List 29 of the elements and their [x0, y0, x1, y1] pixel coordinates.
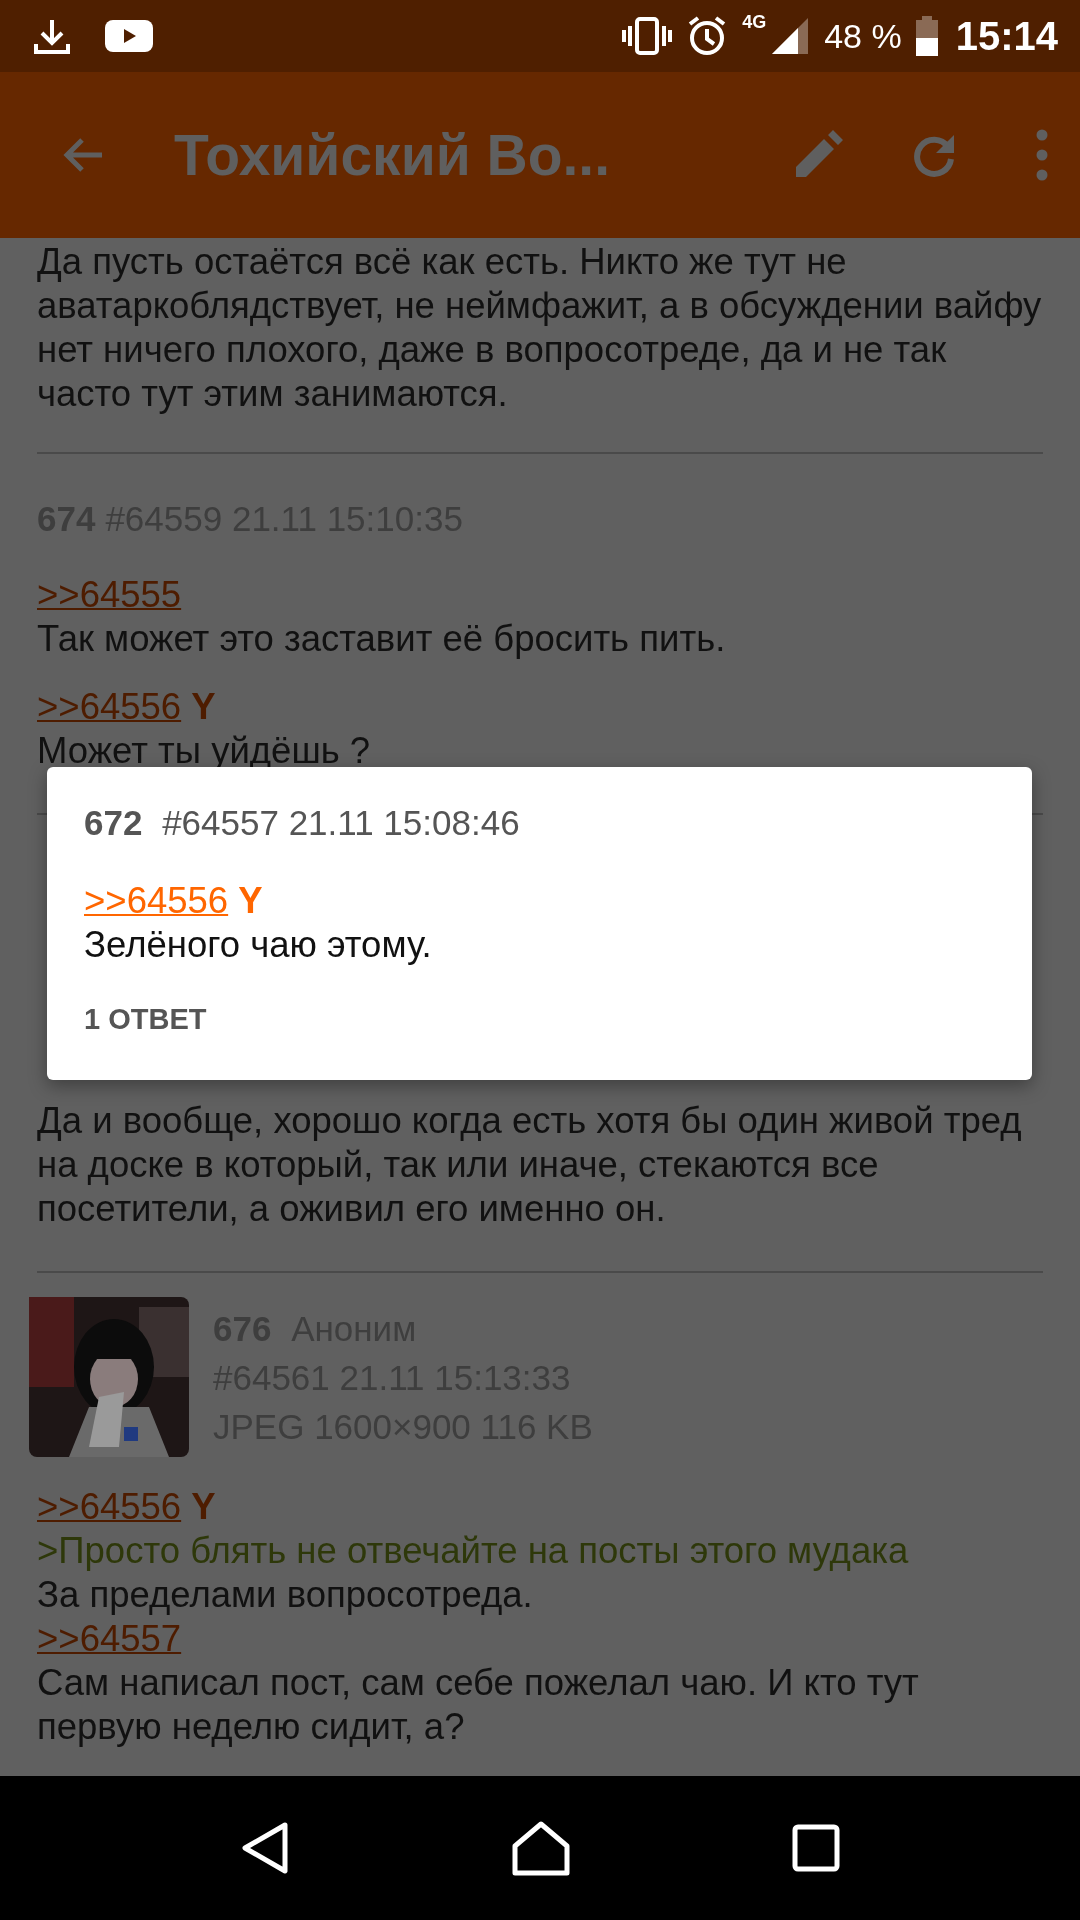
post-text: Да пусть остаётся всё как есть. Никто же тут не аватаркоблядствует, не неймфажит, а в обсуждении вайфу нет ничего плохого, даже в вопросотреде, да и не так часто тут этим занимаются.	[37, 240, 1043, 416]
reply-link[interactable]: >>64556	[37, 686, 182, 727]
post-text: Сам написал пост, сам себе пожелал чаю. И кто тут первую неделю сидит, а?	[37, 1661, 920, 1749]
you-marker: Y	[238, 880, 263, 921]
replies-button[interactable]: 1 ОТВЕТ	[84, 1003, 207, 1036]
back-icon[interactable]	[240, 1821, 291, 1875]
post-text: Да и вообще, хорошо когда есть хотя бы один живой тред на доске в который, так или иначе, стекаются все посетители, а оживил его именно он.	[37, 1099, 1023, 1231]
reply-link[interactable]: >>64557	[37, 1618, 182, 1659]
post-text: За пределами вопросотреда.	[37, 1573, 534, 1617]
post-text: Может ты уйдёшь ?	[37, 729, 372, 773]
post-text: Так может это заставит её бросить пить.	[37, 617, 727, 661]
video-play-icon	[104, 18, 154, 54]
recents-icon[interactable]	[791, 1824, 840, 1872]
post-text: Зелёного чаю этому.	[84, 923, 432, 967]
vibrate-icon	[622, 16, 673, 56]
thread-title: Тохийский Во...	[174, 122, 612, 188]
reply-link[interactable]: >>64555	[37, 574, 182, 615]
home-icon[interactable]	[511, 1820, 571, 1876]
battery-level: 48 %	[824, 16, 902, 56]
clock: 15:14	[955, 13, 1058, 59]
signal-icon	[770, 16, 811, 56]
reply-link[interactable]: >>64556	[37, 1486, 182, 1527]
you-marker: Y	[191, 686, 216, 727]
network-type: 4G	[742, 12, 767, 33]
you-marker: Y	[191, 1486, 216, 1527]
post-header: 672 #64557 21.11 15:08:46	[84, 802, 520, 844]
quote-text: >Просто блять не отвечайте на посты этого мудака	[37, 1529, 910, 1573]
battery-icon	[915, 16, 938, 56]
reply-link[interactable]: >>64556	[84, 880, 229, 921]
